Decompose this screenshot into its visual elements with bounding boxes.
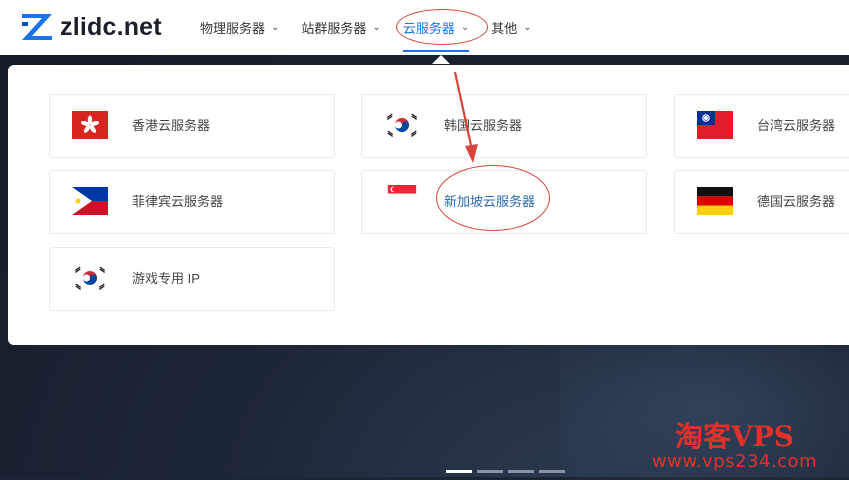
- carousel-dot[interactable]: [508, 470, 534, 473]
- chevron-down-icon: ⌄: [372, 22, 381, 33]
- menu-item-hong-kong[interactable]: 香港云服务器: [49, 94, 335, 158]
- nav-item-physical-servers[interactable]: 物理服务器 ⌄: [200, 18, 279, 37]
- logo[interactable]: zlidc.net: [20, 12, 162, 42]
- chevron-down-icon: ⌄: [271, 22, 280, 33]
- watermark-url: www.vps234.com: [651, 451, 818, 472]
- south-korea-flag-icon: [384, 111, 420, 139]
- menu-item-label: 菲律宾云服务器: [132, 194, 224, 209]
- main-nav: 物理服务器 ⌄ 站群服务器 ⌄ 云服务器 ⌄ 其他 ⌄: [200, 0, 554, 55]
- cloud-server-dropdown: 香港云服务器 韩国云服务器 台湾云服务器 菲律宾云服务器 新加坡云服务器 德国云…: [8, 65, 849, 345]
- philippines-flag-icon: [72, 187, 108, 215]
- taiwan-flag-icon: [697, 111, 733, 139]
- nav-item-station-servers[interactable]: 站群服务器 ⌄: [301, 18, 380, 37]
- menu-item-taiwan[interactable]: 台湾云服务器: [674, 94, 849, 158]
- carousel-indicators: [446, 470, 565, 473]
- germany-flag-icon: [697, 187, 733, 215]
- carousel-dot-active[interactable]: [446, 470, 472, 473]
- carousel-dot[interactable]: [477, 470, 503, 473]
- menu-item-germany[interactable]: 德国云服务器: [674, 170, 849, 234]
- dropdown-caret: [432, 55, 450, 64]
- logo-z-icon: [22, 14, 52, 40]
- menu-item-south-korea[interactable]: 韩国云服务器: [361, 94, 647, 158]
- singapore-flag-icon: [387, 185, 417, 203]
- active-nav-underline: [402, 50, 470, 52]
- south-korea-flag-icon: [72, 264, 108, 292]
- menu-item-label: 游戏专用 IP: [132, 271, 200, 286]
- annotation-ellipse-nav: [396, 9, 488, 45]
- hong-kong-flag-icon: [72, 111, 108, 139]
- annotation-ellipse-singapore: [436, 165, 550, 231]
- menu-item-label: 香港云服务器: [132, 118, 211, 133]
- watermark-title: 淘客VPS: [674, 420, 794, 453]
- logo-text: zlidc.net: [60, 12, 162, 41]
- watermark: 淘客VPS www.vps234.com: [620, 422, 849, 472]
- nav-label: 站群服务器: [301, 21, 367, 36]
- chevron-down-icon: ⌄: [523, 22, 532, 33]
- nav-label: 其他: [491, 21, 518, 36]
- nav-label: 物理服务器: [200, 21, 266, 36]
- carousel-dot[interactable]: [539, 470, 565, 473]
- menu-item-philippines[interactable]: 菲律宾云服务器: [49, 170, 335, 234]
- nav-item-other[interactable]: 其他 ⌄: [491, 18, 531, 37]
- site-header: zlidc.net 物理服务器 ⌄ 站群服务器 ⌄ 云服务器 ⌄ 其他 ⌄: [0, 0, 849, 55]
- menu-item-label: 韩国云服务器: [444, 118, 523, 133]
- menu-item-label: 台湾云服务器: [757, 118, 836, 133]
- menu-item-label: 德国云服务器: [757, 194, 836, 209]
- menu-item-gaming-ip[interactable]: 游戏专用 IP: [49, 247, 335, 311]
